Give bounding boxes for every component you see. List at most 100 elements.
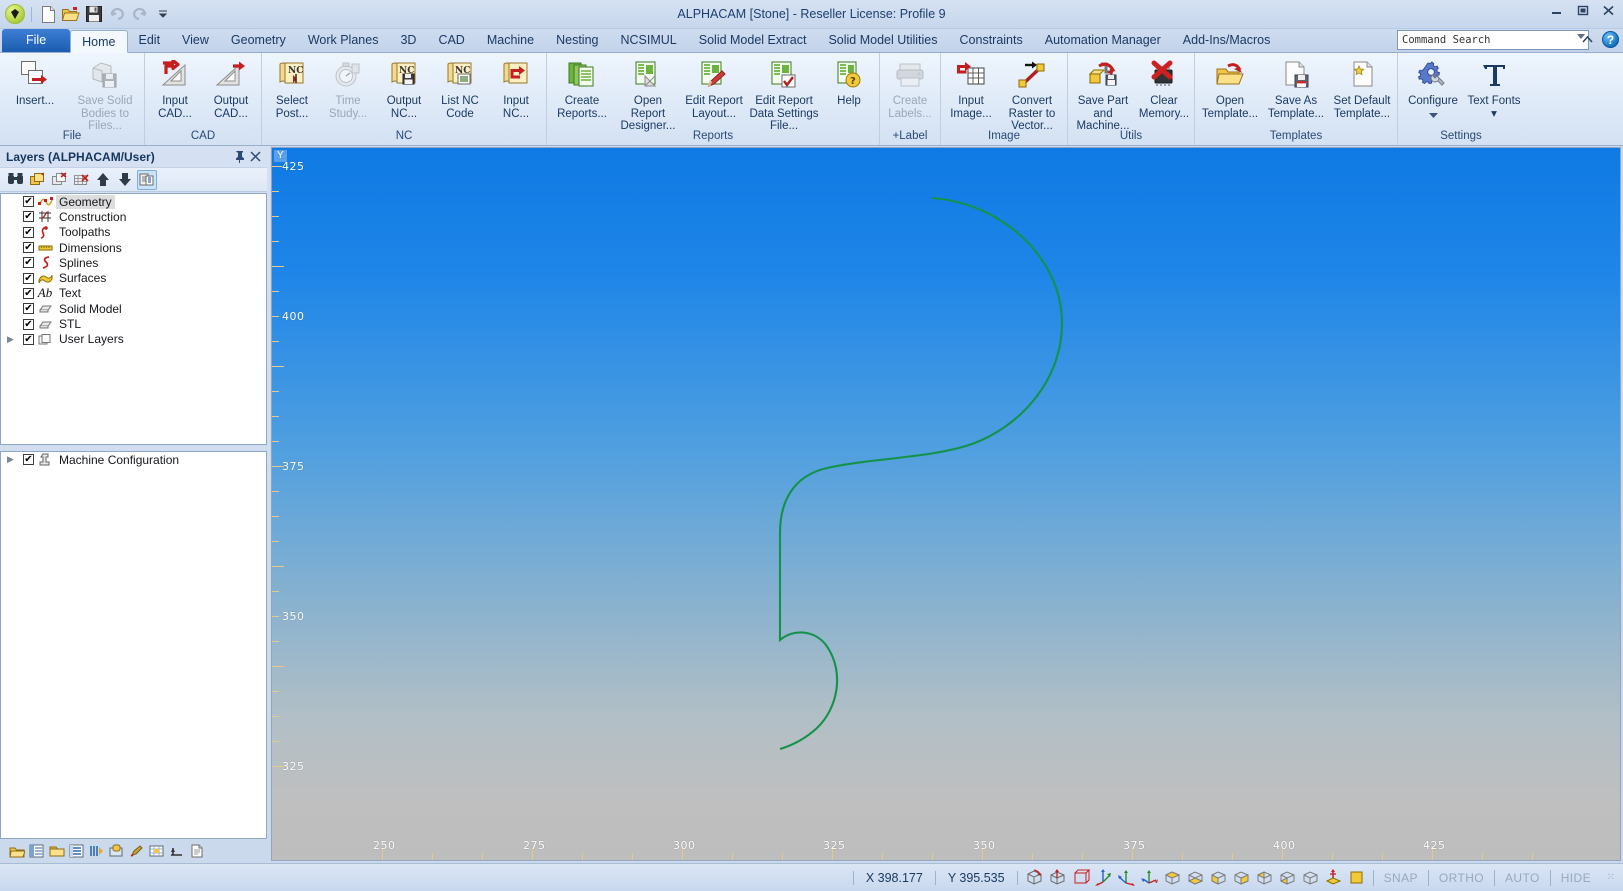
ribbon-button-edit-report-data-settings[interactable]: Edit Report Data Settings File... (747, 55, 821, 133)
right-face-icon[interactable] (1277, 867, 1298, 888)
front-face-icon[interactable] (1208, 867, 1229, 888)
tab-ncsimul[interactable]: NCSIMUL (609, 29, 687, 52)
tab-machine[interactable]: Machine (476, 29, 545, 52)
ribbon-button-open-report-designer[interactable]: Open Report Designer... (615, 55, 681, 133)
save-icon[interactable] (84, 4, 104, 24)
redo-icon[interactable] (130, 4, 150, 24)
new-file-icon[interactable] (38, 4, 58, 24)
machine-config-checkbox[interactable]: ✔ (23, 454, 34, 466)
left-face-icon[interactable] (1254, 867, 1275, 888)
tab-cad[interactable]: CAD (427, 29, 475, 52)
ribbon-button-configure[interactable]: Configure (1400, 55, 1466, 121)
tab-add-ins-macros[interactable]: Add-Ins/Macros (1172, 29, 1282, 52)
ribbon-button-save-part-and-machine[interactable]: Save Part and Machine... (1070, 55, 1136, 133)
layer-row-surfaces[interactable]: ▶ ✔ Surfaces (1, 270, 266, 285)
ribbon-button-input-cad[interactable]: Input CAD... (147, 55, 203, 120)
ribbon-button-input-nc[interactable]: Input NC... (488, 55, 544, 120)
close-icon[interactable] (247, 149, 263, 165)
yz-axes-icon[interactable] (1116, 867, 1137, 888)
layer-checkbox[interactable]: ✔ (23, 242, 34, 254)
zx-axes-icon[interactable] (1139, 867, 1160, 888)
work-plane-origin-icon[interactable] (1323, 867, 1344, 888)
help-icon[interactable]: ? (1602, 31, 1619, 48)
ribbon-button-edit-report-layout[interactable]: Edit Report Layout... (681, 55, 747, 120)
tab-file[interactable]: File (2, 29, 71, 52)
layer-row-dimensions[interactable]: ▶ ✔ Dimensions (1, 240, 266, 255)
ribbon-button-insert[interactable]: Insert... (2, 55, 68, 108)
resize-grip-icon[interactable]: ⁙ (1601, 872, 1615, 883)
tab-automation-manager[interactable]: Automation Manager (1034, 29, 1172, 52)
minimize-ribbon-icon[interactable] (1578, 32, 1596, 48)
layer-checkbox[interactable]: ✔ (23, 211, 34, 223)
layer-checkbox[interactable]: ✔ (23, 333, 34, 345)
iso-view-icon[interactable] (1024, 867, 1045, 888)
find-layer-icon[interactable] (5, 170, 25, 190)
pin-icon[interactable] (231, 149, 247, 165)
work-planes-tab-icon[interactable] (148, 843, 165, 860)
layer-checkbox[interactable]: ✔ (23, 272, 34, 284)
iso-face-icon[interactable] (1300, 867, 1321, 888)
move-layer-up-icon[interactable] (93, 170, 113, 190)
layer-row-user-layers[interactable]: ▶ ✔ User Layers (1, 332, 266, 347)
layer-checkbox[interactable]: ✔ (23, 257, 34, 269)
layer-checkbox[interactable]: ✔ (23, 287, 34, 299)
ribbon-button-select-post[interactable]: NC Select Post... (264, 55, 320, 120)
command-search-input[interactable]: Command Search (1397, 30, 1589, 50)
ribbon-button-time-study[interactable]: Time Study... (320, 55, 376, 120)
ribbon-button-create-labels[interactable]: Create Labels... (882, 55, 938, 120)
tool-list-tab-icon[interactable] (28, 843, 45, 860)
status-toggle-snap[interactable]: SNAP (1372, 869, 1428, 886)
layer-row-construction[interactable]: ▶ ✔ Construction (1, 209, 266, 224)
machine-configuration-tree[interactable]: ▶ ✔ Machine Configuration (0, 451, 267, 839)
status-toggle-ortho[interactable]: ORTHO (1427, 869, 1494, 886)
layer-checkbox[interactable]: ✔ (23, 303, 34, 315)
delete-all-layers-icon[interactable] (71, 170, 91, 190)
ribbon-button-save-solid-bodies[interactable]: Save Solid Bodies to Files... (68, 55, 142, 133)
tab-work-planes[interactable]: Work Planes (297, 29, 390, 52)
geometry-profile-curve[interactable] (272, 148, 1621, 848)
customize-qat-icon[interactable] (153, 4, 173, 24)
notes-tab-icon[interactable] (188, 843, 205, 860)
layer-row-splines[interactable]: ▶ ✔ Splines (1, 255, 266, 270)
chevron-down-icon[interactable] (1428, 109, 1438, 122)
back-face-icon[interactable] (1231, 867, 1252, 888)
maximize-button[interactable] (1573, 2, 1591, 18)
layer-properties-icon[interactable] (137, 169, 157, 190)
project-manager-tab-icon[interactable] (48, 843, 65, 860)
tab-solid-model-utilities[interactable]: Solid Model Utilities (817, 29, 948, 52)
chevron-down-icon[interactable]: ▾ (1491, 108, 1497, 120)
ribbon-button-clear-memory[interactable]: Clear Memory... (1136, 55, 1192, 120)
layer-checkbox[interactable]: ✔ (23, 226, 34, 238)
drawing-canvas[interactable]: Y 425 400 375 350 325 250 275 300 325 35… (271, 147, 1621, 861)
ribbon-button-help-report[interactable]: ? Help (821, 55, 877, 108)
ribbon-button-output-cad[interactable]: Output CAD... (203, 55, 259, 120)
layer-row-text[interactable]: ▶ ✔ Ab Text (1, 285, 266, 301)
tab-edit[interactable]: Edit (128, 29, 172, 52)
tab-view[interactable]: View (171, 29, 220, 52)
machine-config-row[interactable]: ▶ ✔ Machine Configuration (1, 452, 266, 467)
close-button[interactable] (1599, 2, 1617, 18)
status-toggle-auto[interactable]: AUTO (1494, 869, 1550, 886)
bottom-face-icon[interactable] (1185, 867, 1206, 888)
plan-view-icon[interactable] (1070, 867, 1091, 888)
expand-arrow-icon[interactable]: ▶ (1, 334, 20, 345)
layers-tab-icon[interactable] (8, 843, 25, 860)
layer-checkbox[interactable]: ✔ (23, 196, 34, 208)
xy-axes-icon[interactable] (1093, 867, 1114, 888)
styles-tab-icon[interactable] (128, 843, 145, 860)
delete-layer-icon[interactable] (49, 170, 69, 190)
layer-row-geometry[interactable]: ▶ ✔ Geometry (1, 194, 266, 209)
ribbon-button-save-as-template[interactable]: Save As Template... (1263, 55, 1329, 120)
layer-row-toolpaths[interactable]: ▶ ✔ Toolpaths (1, 225, 266, 240)
constraints-tab-icon[interactable] (168, 843, 185, 860)
layer-checkbox[interactable]: ✔ (23, 318, 34, 330)
minimize-button[interactable] (1547, 2, 1565, 18)
top-face-icon[interactable] (1162, 867, 1183, 888)
tab-solid-model-extract[interactable]: Solid Model Extract (688, 29, 818, 52)
tab-3d[interactable]: 3D (389, 29, 427, 52)
tab-constraints[interactable]: Constraints (949, 29, 1034, 52)
layers-tree[interactable]: ▶ ✔ Geometry ▶ ✔ Construction ▶ (0, 193, 267, 445)
tab-nesting[interactable]: Nesting (545, 29, 609, 52)
move-layer-down-icon[interactable] (115, 170, 135, 190)
ribbon-button-set-default-template[interactable]: Set Default Template... (1329, 55, 1395, 120)
